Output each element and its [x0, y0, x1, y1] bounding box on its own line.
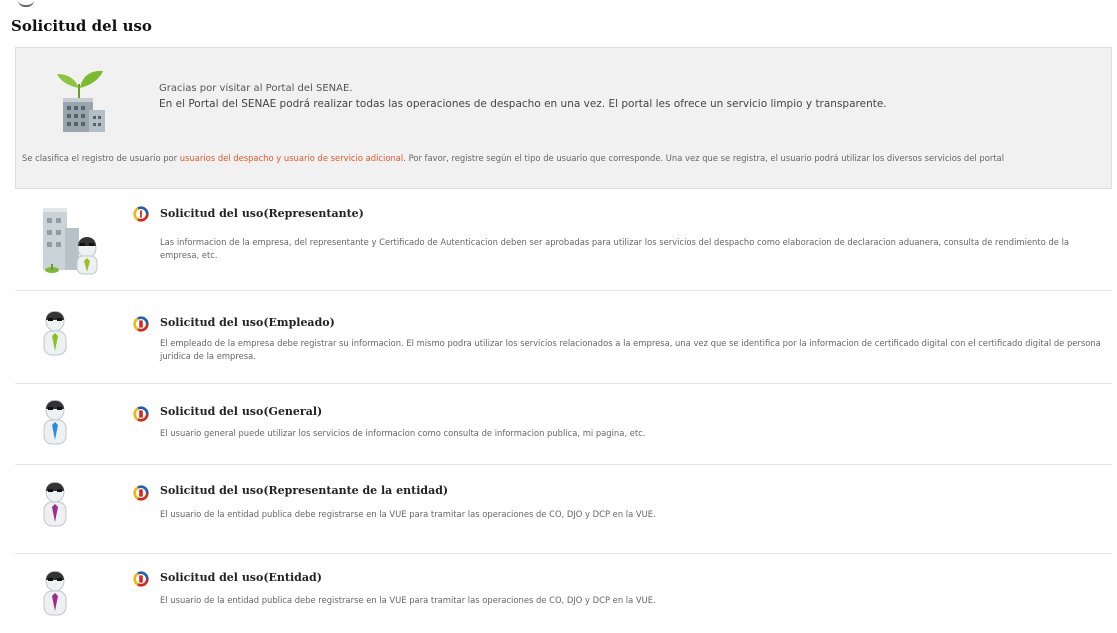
step-ring-icon	[133, 206, 149, 222]
option-general[interactable]: Solicitud del uso(General) El usuario ge…	[15, 393, 1112, 465]
option-representante[interactable]: Solicitud del uso(Representante) Las inf…	[15, 198, 1112, 291]
option-description: Las informacion de la empresa, del repre…	[160, 237, 1070, 260]
page-title: Solicitud del uso	[11, 17, 152, 35]
divider	[15, 383, 1112, 384]
divider	[15, 464, 1112, 465]
option-title[interactable]: Solicitud del uso(Entidad)	[160, 571, 322, 584]
option-entidad[interactable]: Solicitud del uso(Entidad) El usuario de…	[15, 563, 1112, 631]
intro-note-prefix: Se clasifica el registro de usuario por	[22, 153, 180, 163]
intro-box: Gracias por visitar al Portal del SENAE.…	[15, 47, 1112, 189]
employee-icon	[43, 311, 67, 356]
divider	[15, 290, 1112, 291]
intro-note: Se clasifica el registro de usuario por …	[22, 152, 1097, 165]
step-ring-icon	[133, 316, 149, 332]
option-title[interactable]: Solicitud del uso(Representante de la en…	[160, 484, 448, 497]
option-title[interactable]: Solicitud del uso(General)	[160, 405, 322, 418]
step-ring-icon	[133, 485, 149, 501]
user-types-link[interactable]: usuarios del despacho y usuario de servi…	[180, 153, 403, 163]
option-description: El usuario general puede utilizar los se…	[160, 428, 646, 438]
step-ring-icon	[133, 571, 149, 587]
option-title[interactable]: Solicitud del uso(Empleado)	[160, 316, 335, 329]
step-ring-icon	[133, 406, 149, 422]
option-description: El usuario de la entidad publica debe re…	[160, 509, 656, 519]
entity-user-icon	[43, 571, 67, 616]
option-representante-entidad[interactable]: Solicitud del uso(Representante de la en…	[15, 474, 1112, 554]
intro-portal-text: En el Portal del SENAE podrá realizar to…	[159, 98, 887, 110]
intro-note-suffix: . Por favor, registre según el tipo de u…	[403, 153, 1005, 163]
option-empleado[interactable]: Solicitud del uso(Empleado) El empleado …	[15, 303, 1112, 384]
divider	[15, 553, 1112, 554]
entity-representative-icon	[43, 482, 67, 527]
general-user-icon	[43, 400, 67, 445]
top-arc-mark	[18, 0, 34, 7]
option-description: El empleado de la empresa debe registrar…	[160, 338, 1101, 361]
intro-greeting: Gracias por visitar al Portal del SENAE.	[159, 83, 353, 94]
company-representative-icon	[43, 208, 98, 275]
option-description: El usuario de la entidad publica debe re…	[160, 595, 656, 605]
page: Solicitud del uso Gracias por visitar al…	[0, 0, 1117, 633]
option-title[interactable]: Solicitud del uso(Representante)	[160, 207, 364, 220]
building-plant-icon	[57, 70, 105, 132]
